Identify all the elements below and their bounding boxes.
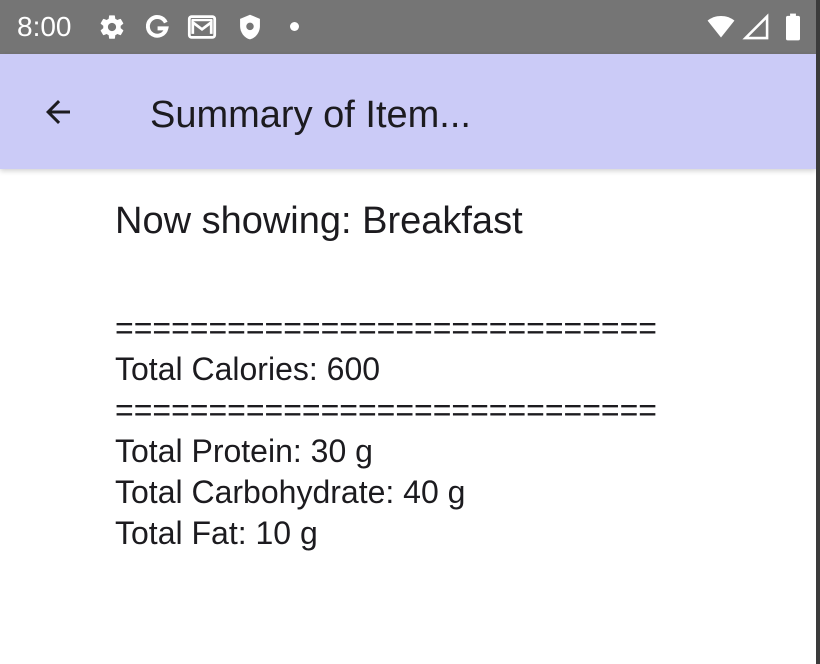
nutrition-summary: ============================= Total Calo… <box>115 308 805 554</box>
battery-icon <box>786 13 800 41</box>
divider-line: ============================= <box>115 310 657 346</box>
wifi-icon <box>707 16 735 38</box>
page-title: Summary of Item... <box>150 94 471 136</box>
total-carbohydrate: Total Carbohydrate: 40 g <box>115 474 466 510</box>
status-time: 8:00 <box>17 11 72 42</box>
screen: 8:00 Summary of Item... Now showing: Bre… <box>0 0 820 664</box>
summary-content: Now showing: Breakfast =================… <box>115 196 805 554</box>
app-bar: Summary of Item... <box>0 54 816 169</box>
total-protein: Total Protein: 30 g <box>115 433 373 469</box>
arrow-back-icon <box>46 100 70 124</box>
cellular-signal-icon <box>742 13 769 40</box>
total-fat: Total Fat: 10 g <box>115 515 318 551</box>
shield-icon <box>240 14 260 40</box>
status-bar: 8:00 <box>0 0 816 54</box>
gmail-icon <box>187 15 217 39</box>
google-g-icon <box>145 15 169 38</box>
back-button[interactable] <box>28 82 88 142</box>
window-edge <box>816 0 820 664</box>
divider-line: ============================= <box>115 392 657 428</box>
notification-dot-icon <box>290 22 299 31</box>
gear-icon <box>100 15 124 39</box>
total-calories: Total Calories: 600 <box>115 351 381 387</box>
now-showing-label: Now showing: Breakfast <box>115 200 523 242</box>
